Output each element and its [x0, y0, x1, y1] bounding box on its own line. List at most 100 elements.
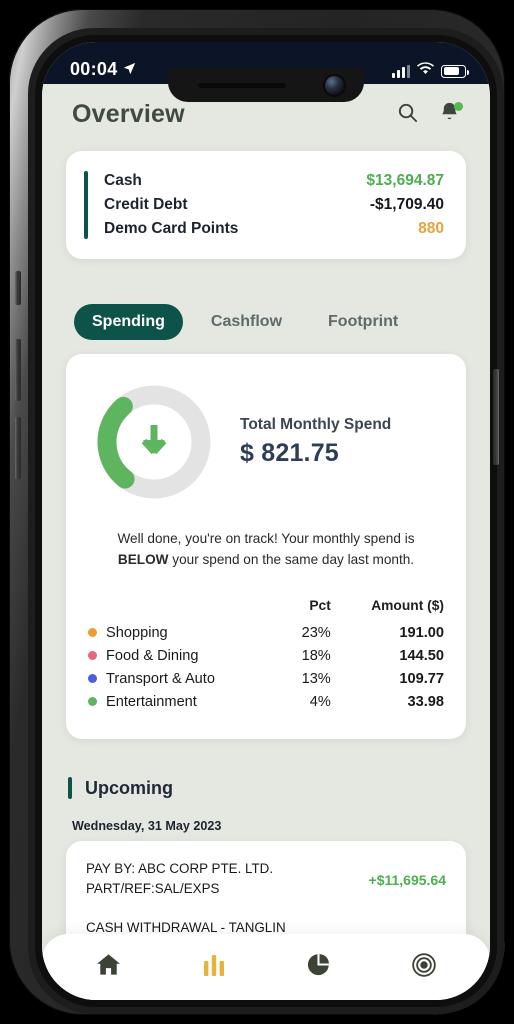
summary-rows: Cash $13,694.87 Credit Debt -$1,709.40 D… [104, 169, 444, 241]
category-breakdown-table: Pct Amount ($) Shopping 23% 191.00 Food … [88, 598, 444, 713]
tab-footprint[interactable]: Footprint [310, 304, 416, 340]
home-icon [95, 951, 122, 983]
status-bar-left: 00:04 [70, 59, 136, 80]
mute-switch-button[interactable] [15, 271, 21, 305]
category-label: Transport & Auto [106, 670, 215, 687]
category-label: Entertainment [106, 693, 197, 710]
notifications-button[interactable] [436, 101, 463, 128]
earpiece-speaker [198, 83, 286, 88]
app-content: Overview Cash $13,694.87 Credit Debt -$1… [42, 84, 490, 1000]
transaction-row[interactable]: PAY BY: ABC CORP PTE. LTD. PART/REF:SAL/… [86, 859, 446, 898]
legend-dot-icon [88, 697, 97, 707]
cellular-signal-icon [392, 64, 410, 78]
bottom-navigation-bar [42, 934, 490, 1000]
upcoming-title: Upcoming [85, 777, 173, 798]
summary-value: 880 [418, 220, 444, 237]
summary-accent-bar [84, 171, 88, 239]
power-button[interactable] [493, 369, 499, 465]
summary-row-credit-debt[interactable]: Credit Debt -$1,709.40 [104, 193, 444, 217]
category-label: Shopping [106, 624, 168, 641]
column-header-amount: Amount ($) [371, 598, 444, 614]
status-time: 00:04 [70, 59, 118, 79]
category-pct: 18% [301, 647, 331, 664]
spend-total-block: Total Monthly Spend $ 821.75 [222, 416, 391, 468]
transaction-line2: PART/REF:SAL/EXPS [86, 880, 220, 896]
transaction-line1: PAY BY: ABC CORP PTE. LTD. [86, 861, 274, 877]
column-header-name [88, 598, 285, 621]
category-cell: Food & Dining [88, 644, 285, 667]
table-row[interactable]: Shopping 23% 191.00 [88, 621, 444, 644]
phone-screen: 00:04 Overview Cash $13,694.87 Credit De… [42, 42, 490, 1000]
column-header-pct: Pct [309, 598, 331, 614]
phone-frame: 00:04 Overview Cash $13,694.87 Credit De… [9, 9, 505, 1015]
search-button[interactable] [394, 102, 420, 128]
table-row[interactable]: Entertainment 4% 33.98 [88, 690, 444, 713]
upcoming-date: Wednesday, 31 May 2023 [72, 819, 222, 834]
upcoming-section-header: Upcoming [68, 777, 490, 800]
category-pct: 13% [301, 670, 331, 687]
transaction-description: PAY BY: ABC CORP PTE. LTD. PART/REF:SAL/… [86, 859, 273, 898]
table-row[interactable]: Transport & Auto 13% 109.77 [88, 667, 444, 690]
category-amount: 33.98 [407, 693, 444, 710]
nav-item-home[interactable] [87, 945, 131, 989]
spend-total-value: $ 821.75 [240, 439, 339, 467]
category-amount: 109.77 [399, 670, 444, 687]
tab-cashflow[interactable]: Cashflow [193, 304, 300, 340]
screenshot-stage: 00:04 Overview Cash $13,694.87 Credit De… [0, 0, 514, 1024]
bar-chart-icon [202, 952, 226, 983]
summary-value: $13,694.87 [366, 172, 444, 189]
phone-notch [168, 68, 364, 102]
nav-item-goals[interactable] [402, 945, 446, 989]
battery-icon [441, 64, 469, 78]
spend-total-label: Total Monthly Spend [240, 416, 392, 433]
category-pct: 4% [309, 693, 331, 710]
table-header-row: Pct Amount ($) [88, 598, 444, 621]
category-label: Food & Dining [106, 647, 199, 664]
arrow-down-icon [94, 382, 214, 502]
category-cell: Transport & Auto [88, 667, 285, 690]
summary-label: Cash [104, 172, 142, 189]
account-summary-card: Cash $13,694.87 Credit Debt -$1,709.40 D… [66, 151, 466, 259]
summary-row-card-points[interactable]: Demo Card Points 880 [104, 217, 444, 241]
message-prefix: Well done, you're on track! Your monthly… [117, 531, 415, 546]
location-arrow-icon [123, 59, 136, 80]
spend-status-message: Well done, you're on track! Your monthly… [88, 528, 444, 570]
pie-chart-icon [306, 952, 331, 982]
summary-label: Credit Debt [104, 196, 188, 213]
spend-summary-row: Total Monthly Spend $ 821.75 [88, 382, 444, 502]
summary-label: Demo Card Points [104, 220, 239, 237]
table-row[interactable]: Food & Dining 18% 144.50 [88, 644, 444, 667]
summary-row-cash[interactable]: Cash $13,694.87 [104, 169, 444, 193]
nav-item-spending[interactable] [297, 945, 341, 989]
table-body: Shopping 23% 191.00 Food & Dining 18% 14… [88, 621, 444, 713]
category-cell: Shopping [88, 621, 285, 644]
notification-badge [454, 101, 463, 111]
category-cell: Entertainment [88, 690, 285, 713]
category-pct: 23% [301, 624, 331, 641]
legend-dot-icon [88, 651, 97, 661]
upcoming-accent-bar [68, 777, 72, 800]
message-suffix: your spend on the same day last month. [168, 552, 415, 568]
scroll-area[interactable]: Overview Cash $13,694.87 Credit Debt -$1… [42, 84, 490, 1000]
page-title: Overview [72, 100, 185, 128]
volume-up-button[interactable] [15, 339, 21, 401]
table-header: Pct Amount ($) [88, 598, 444, 621]
summary-value: -$1,709.40 [369, 196, 444, 213]
volume-down-button[interactable] [15, 417, 21, 479]
category-amount: 191.00 [399, 624, 444, 641]
message-emphasis: BELOW [117, 552, 169, 568]
section-tabs: Spending Cashflow Footprint [74, 304, 490, 340]
tab-spending[interactable]: Spending [74, 304, 183, 340]
category-amount: 144.50 [399, 647, 444, 664]
spend-donut-chart [94, 382, 214, 502]
nav-item-statistics[interactable] [192, 945, 236, 989]
transaction-amount: +$11,695.64 [368, 872, 446, 889]
spending-card: Total Monthly Spend $ 821.75 Well done, … [66, 354, 466, 740]
app-bar-actions [394, 101, 463, 128]
status-bar-right [392, 62, 469, 80]
front-camera-icon [325, 76, 344, 95]
target-icon [411, 952, 437, 983]
legend-dot-icon [88, 674, 97, 684]
legend-dot-icon [88, 628, 97, 638]
search-icon [396, 101, 419, 129]
